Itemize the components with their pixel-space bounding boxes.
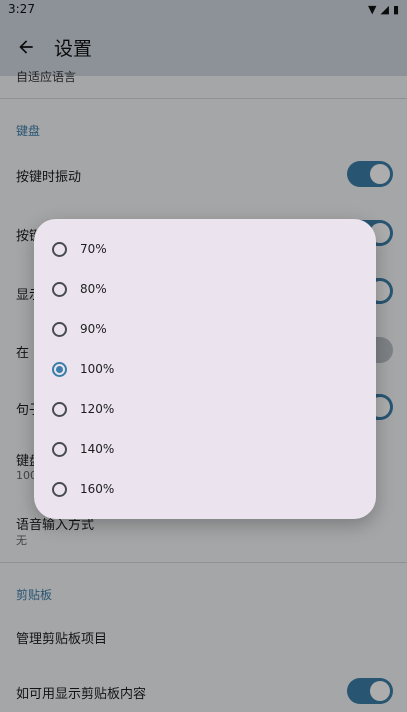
option-label: 90% [80, 322, 107, 336]
height-options-dialog: 70% 80% 90% 100% 120% 140% 160% [34, 219, 376, 519]
radio-button[interactable] [52, 241, 67, 257]
radio-button[interactable] [52, 481, 67, 497]
radio-button[interactable] [52, 321, 67, 337]
radio-button[interactable] [52, 401, 67, 417]
option-160[interactable]: 160% [52, 475, 114, 503]
option-label: 80% [80, 282, 107, 296]
radio-button-selected[interactable] [52, 361, 67, 377]
radio-button[interactable] [52, 441, 67, 457]
option-label: 120% [80, 402, 115, 416]
option-label: 70% [80, 242, 107, 256]
option-label: 140% [80, 442, 115, 456]
option-80[interactable]: 80% [52, 275, 107, 303]
option-label: 100% [80, 362, 115, 376]
option-140[interactable]: 140% [52, 435, 114, 463]
option-label: 160% [80, 482, 115, 496]
radio-button[interactable] [52, 281, 67, 297]
option-100[interactable]: 100% [52, 355, 114, 383]
option-120[interactable]: 120% [52, 395, 114, 423]
option-90[interactable]: 90% [52, 315, 107, 343]
option-70[interactable]: 70% [52, 235, 107, 263]
